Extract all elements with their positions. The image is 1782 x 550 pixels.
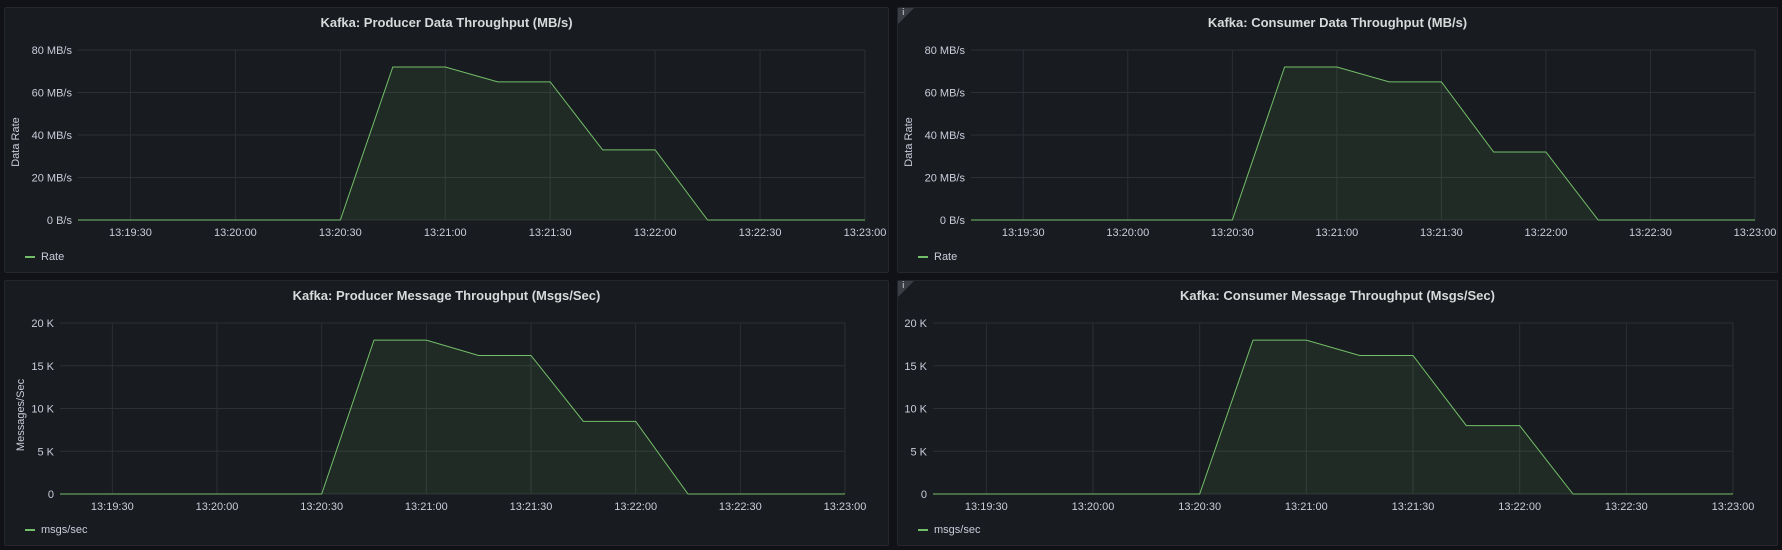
y-tick-label: 20 MB/s (32, 173, 73, 185)
x-tick-label: 13:22:30 (1629, 227, 1672, 239)
x-tick-label: 13:23:00 (824, 501, 867, 513)
legend-swatch (918, 256, 928, 258)
chart-producer-data: 0 B/s 20 MB/s 40 MB/s 60 MB/s 80 MB/s 13:19:3… (32, 45, 887, 239)
x-tick-label: 13:22:30 (719, 501, 762, 513)
y-tick-label: 60 MB/s (925, 88, 966, 100)
x-tick-label: 13:21:00 (405, 501, 448, 513)
y-tick-label: 10 K (31, 404, 54, 416)
y-tick-label: 60 MB/s (32, 88, 73, 100)
x-tick-label: 13:20:00 (214, 227, 257, 239)
legend-swatch (25, 529, 35, 531)
x-tick-label: 13:20:30 (1178, 501, 1221, 513)
legend-label: Rate (934, 251, 958, 263)
y-tick-label: 20 K (31, 318, 54, 330)
legend[interactable]: msgs/sec (918, 524, 980, 536)
legend-swatch (25, 256, 35, 258)
y-tick-label: 5 K (37, 446, 54, 458)
x-tick-label: 13:22:00 (1525, 227, 1568, 239)
legend[interactable]: msgs/sec (25, 524, 87, 536)
x-tick-label: 13:22:30 (739, 227, 782, 239)
y-tick-label: 0 (921, 489, 927, 501)
x-tick-label: 13:20:00 (1072, 501, 1115, 513)
x-tick-label: 13:21:00 (1315, 227, 1358, 239)
legend[interactable]: Rate (25, 251, 64, 263)
series-area (78, 67, 865, 220)
series-area (933, 340, 1733, 494)
panel-producer-data[interactable]: Kafka: Producer Data Throughput (MB/s) D… (4, 7, 889, 273)
x-tick-label: 13:22:00 (634, 227, 677, 239)
series-area (60, 340, 845, 494)
y-tick-label: 80 MB/s (32, 45, 73, 57)
x-tick-label: 13:19:30 (1002, 227, 1045, 239)
x-tick-label: 13:22:00 (614, 501, 657, 513)
x-tick-label: 13:22:00 (1498, 501, 1541, 513)
y-tick-label: 0 B/s (47, 215, 73, 227)
x-tick-label: 13:20:30 (319, 227, 362, 239)
legend-label: msgs/sec (934, 524, 981, 536)
y-tick-label: 20 MB/s (925, 173, 966, 185)
y-tick-label: 10 K (904, 404, 927, 416)
legend-swatch (918, 529, 928, 531)
y-tick-label: 40 MB/s (32, 130, 73, 142)
x-tick-label: 13:23:00 (1712, 501, 1755, 513)
y-tick-label: 15 K (31, 361, 54, 373)
x-tick-label: 13:21:30 (529, 227, 572, 239)
y-tick-label: 0 (48, 489, 54, 501)
panel-consumer-messages[interactable]: i Kafka: Consumer Message Throughput (Ms… (897, 280, 1778, 546)
y-tick-label: 15 K (904, 361, 927, 373)
y-tick-label: 0 B/s (940, 215, 966, 227)
series-area (971, 67, 1755, 220)
x-tick-label: 13:21:30 (510, 501, 553, 513)
panel-consumer-data[interactable]: i Kafka: Consumer Data Throughput (MB/s)… (897, 7, 1778, 273)
x-tick-label: 13:21:00 (1285, 501, 1328, 513)
x-tick-label: 13:21:30 (1392, 501, 1435, 513)
x-tick-label: 13:19:30 (109, 227, 152, 239)
x-tick-label: 13:20:30 (1211, 227, 1254, 239)
x-tick-label: 13:20:30 (300, 501, 343, 513)
x-tick-label: 13:21:30 (1420, 227, 1463, 239)
panel-producer-messages[interactable]: Kafka: Producer Message Throughput (Msgs… (4, 280, 889, 546)
y-tick-label: 20 K (904, 318, 927, 330)
y-tick-label: 5 K (910, 446, 927, 458)
y-tick-label: 80 MB/s (925, 45, 966, 57)
x-tick-label: 13:23:00 (1734, 227, 1777, 239)
legend-label: msgs/sec (41, 524, 88, 536)
legend[interactable]: Rate (918, 251, 957, 263)
x-tick-label: 13:19:30 (965, 501, 1008, 513)
x-tick-label: 13:20:00 (1106, 227, 1149, 239)
legend-label: Rate (41, 251, 65, 263)
x-tick-label: 13:22:30 (1605, 501, 1648, 513)
x-tick-label: 13:23:00 (844, 227, 887, 239)
y-tick-label: 40 MB/s (925, 130, 966, 142)
x-tick-label: 13:19:30 (91, 501, 134, 513)
chart-producer-messages: 0 5 K 10 K 15 K 20 K 13:19:30 13:20:00 13:20:30… (31, 318, 867, 513)
chart-consumer-messages: 0 5 K 10 K 15 K 20 K 13:19:30 13:20:00 13:20:30… (904, 318, 1755, 513)
x-tick-label: 13:20:00 (196, 501, 239, 513)
chart-consumer-data: 0 B/s 20 MB/s 40 MB/s 60 MB/s 80 MB/s 13:19:3… (925, 45, 1777, 239)
x-tick-label: 13:21:00 (424, 227, 467, 239)
